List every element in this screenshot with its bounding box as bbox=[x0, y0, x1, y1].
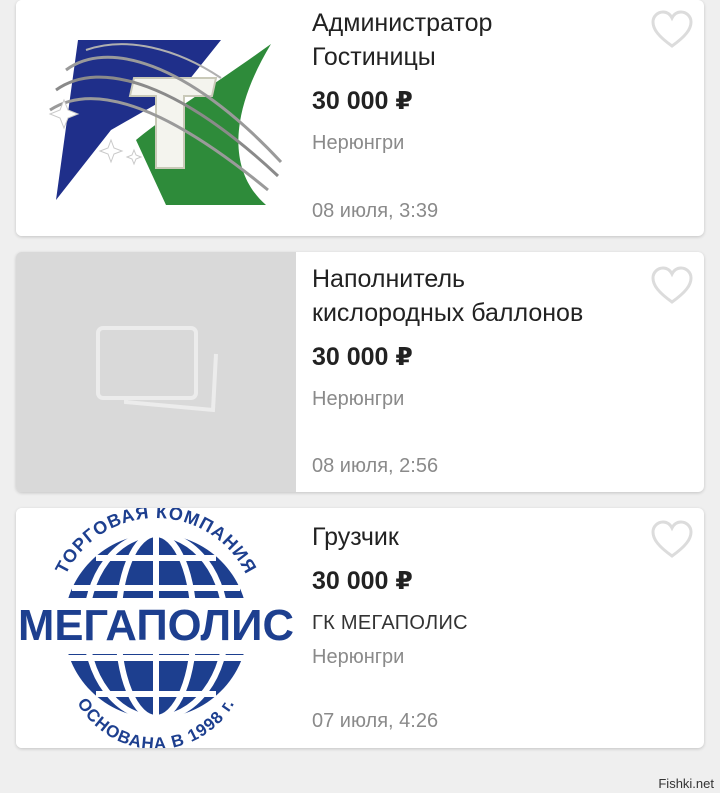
listing-info: Администратор Гостиницы 30 000 ₽ Нерюнгр… bbox=[312, 0, 704, 236]
listing-date: 08 июля, 2:56 bbox=[312, 455, 439, 477]
megapolis-logo-image: МЕГАПОЛИС ТОРГОВАЯ КОМПАНИЯ ОСНОВАНА В 1… bbox=[16, 508, 296, 748]
listing-city: Нерюнгри bbox=[312, 646, 405, 668]
listing-price: 30 000 ₽ bbox=[312, 343, 413, 371]
favorite-heart-icon[interactable] bbox=[650, 520, 694, 560]
hotel-logo-image bbox=[16, 0, 296, 236]
listing-info: Наполнитель кислородных баллонов 30 000 … bbox=[312, 252, 704, 492]
listing-date: 07 июля, 4:26 bbox=[312, 710, 439, 732]
listing-city: Нерюнгри bbox=[312, 132, 405, 154]
listing-title-line: Наполнитель bbox=[312, 265, 466, 293]
watermark: Fishki.net bbox=[658, 776, 714, 791]
listing-title[interactable]: Администратор Гостиницы bbox=[312, 6, 652, 74]
listing-date: 08 июля, 3:39 bbox=[312, 200, 439, 222]
listing-company: ГК МЕГАПОЛИС bbox=[312, 612, 468, 634]
listing-title[interactable]: Наполнитель кислородных баллонов bbox=[312, 262, 652, 330]
megapolis-wordmark: МЕГАПОЛИС bbox=[18, 601, 294, 650]
listing-info: Грузчик 30 000 ₽ ГК МЕГАПОЛИС Нерюнгри 0… bbox=[312, 508, 704, 748]
listing-card[interactable]: Администратор Гостиницы 30 000 ₽ Нерюнгр… bbox=[16, 0, 704, 236]
listing-title-line: Гостиницы bbox=[312, 43, 436, 71]
listing-card[interactable]: Наполнитель кислородных баллонов 30 000 … bbox=[16, 252, 704, 492]
favorite-heart-icon[interactable] bbox=[650, 10, 694, 50]
photos-placeholder-icon bbox=[16, 252, 296, 492]
listing-city: Нерюнгри bbox=[312, 388, 405, 410]
listing-image-megapolis-logo[interactable]: МЕГАПОЛИС ТОРГОВАЯ КОМПАНИЯ ОСНОВАНА В 1… bbox=[16, 508, 296, 748]
listing-price: 30 000 ₽ bbox=[312, 87, 413, 115]
listing-title-line: Грузчик bbox=[312, 523, 399, 551]
listing-title-line: кислородных баллонов bbox=[312, 299, 584, 327]
listing-title[interactable]: Грузчик bbox=[312, 520, 652, 554]
listing-image-placeholder[interactable] bbox=[16, 252, 296, 492]
listing-card[interactable]: МЕГАПОЛИС ТОРГОВАЯ КОМПАНИЯ ОСНОВАНА В 1… bbox=[16, 508, 704, 748]
listing-image-hotel-logo[interactable] bbox=[16, 0, 296, 236]
favorite-heart-icon[interactable] bbox=[650, 266, 694, 306]
listing-title-line: Администратор bbox=[312, 9, 493, 37]
listing-price: 30 000 ₽ bbox=[312, 567, 413, 595]
